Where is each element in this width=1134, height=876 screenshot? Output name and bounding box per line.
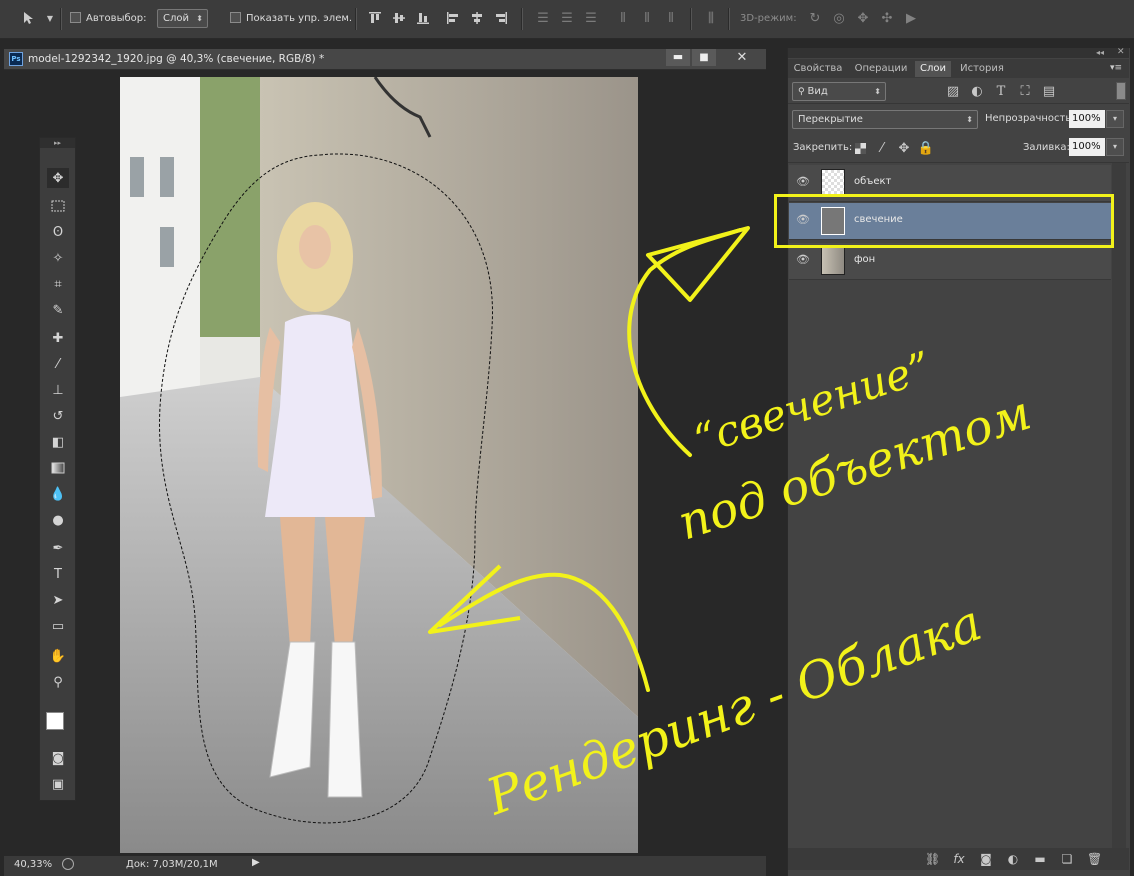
annotation-overlay: “свечение” под объектом Рендеринг - Обла… xyxy=(428,226,1038,827)
arrowhead xyxy=(646,226,750,302)
annotation-render-clouds: Рендеринг - Облака xyxy=(478,593,989,826)
